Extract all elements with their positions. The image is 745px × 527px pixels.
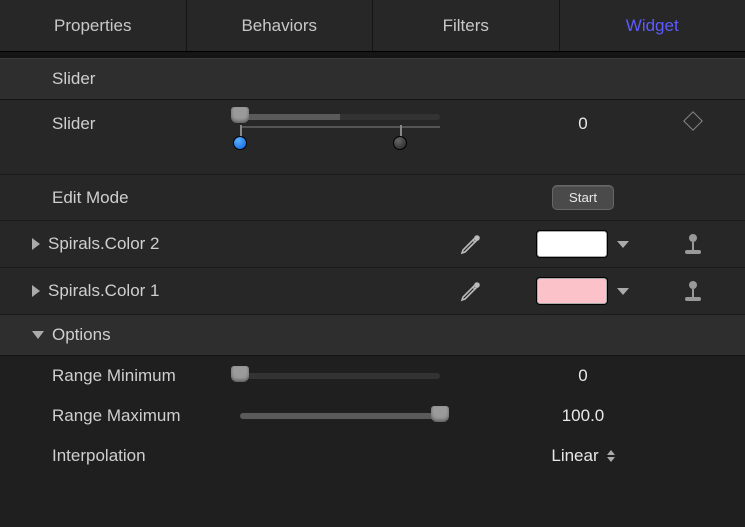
slider-thumb[interactable]: [231, 107, 249, 123]
interpolation-value[interactable]: Linear: [551, 446, 598, 466]
range-min-slider[interactable]: [240, 373, 440, 379]
range-max-label: Range Maximum: [0, 406, 240, 426]
options-label: Options: [52, 325, 111, 345]
rig-icon[interactable]: [685, 281, 701, 301]
tab-filters[interactable]: Filters: [373, 0, 560, 51]
section-title: Slider: [52, 69, 95, 88]
row-spirals-color-1: Spirals.Color 1: [0, 268, 745, 315]
interpolation-label: Interpolation: [0, 446, 240, 466]
chevron-down-icon[interactable]: [617, 241, 629, 248]
tab-properties[interactable]: Properties: [0, 0, 187, 51]
row-spirals-color-2: Spirals.Color 2: [0, 221, 745, 268]
range-min-thumb[interactable]: [231, 366, 249, 382]
range-min-label: Range Minimum: [0, 366, 240, 386]
tab-widget[interactable]: Widget: [560, 0, 745, 51]
inspector-tabs: Properties Behaviors Filters Widget: [0, 0, 745, 52]
slider-range-track[interactable]: [240, 126, 440, 156]
row-options-group[interactable]: Options: [0, 315, 745, 356]
color-well-2[interactable]: [537, 231, 607, 257]
row-range-minimum: Range Minimum 0: [0, 356, 745, 396]
range-max-value[interactable]: 100.0: [503, 406, 663, 426]
row-edit-mode: Edit Mode Start: [0, 175, 745, 221]
disclosure-icon[interactable]: [32, 331, 44, 339]
slider-keypoint-end[interactable]: [393, 136, 407, 150]
range-max-thumb[interactable]: [431, 406, 449, 422]
slider-param-block: Slider 0: [0, 100, 745, 175]
row-interpolation: Interpolation Linear: [0, 436, 745, 476]
section-header-slider: Slider: [0, 58, 745, 100]
chevron-down-icon[interactable]: [617, 288, 629, 295]
rig-icon[interactable]: [685, 234, 701, 254]
eyedropper-icon[interactable]: [459, 279, 483, 303]
spirals-color-2-label: Spirals.Color 2: [48, 234, 160, 254]
range-min-value[interactable]: 0: [503, 366, 663, 386]
edit-mode-start-button[interactable]: Start: [552, 185, 614, 210]
row-range-maximum: Range Maximum 100.0: [0, 396, 745, 436]
eyedropper-icon[interactable]: [459, 232, 483, 256]
popup-arrows-icon[interactable]: [607, 450, 615, 462]
slider-track[interactable]: [240, 114, 440, 120]
edit-mode-label: Edit Mode: [0, 188, 240, 208]
slider-label: Slider: [0, 114, 240, 134]
range-max-slider[interactable]: [240, 413, 440, 419]
spirals-color-1-label: Spirals.Color 1: [48, 281, 160, 301]
disclosure-icon[interactable]: [32, 285, 40, 297]
color-well-1[interactable]: [537, 278, 607, 304]
keyframe-diamond-icon[interactable]: [683, 111, 703, 131]
disclosure-icon[interactable]: [32, 238, 40, 250]
slider-value[interactable]: 0: [503, 114, 663, 134]
slider-keypoint-start[interactable]: [233, 136, 247, 150]
tab-behaviors[interactable]: Behaviors: [187, 0, 374, 51]
